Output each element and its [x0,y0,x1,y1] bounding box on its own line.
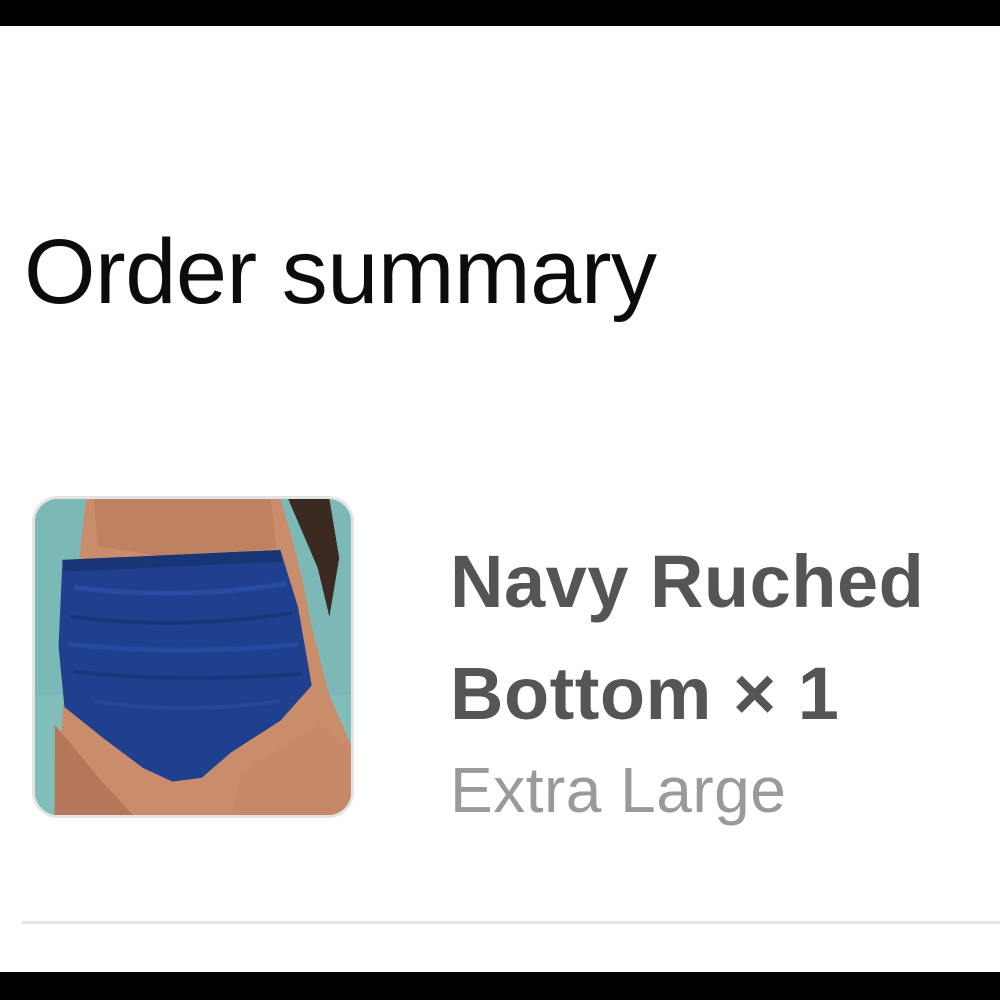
item-variant: Extra Large [450,753,787,826]
item-name-line1: Navy Ruched [450,540,925,623]
divider [22,921,1000,924]
line-item: Navy Ruched Bottom × 1 Extra Large [32,496,1000,826]
top-frame-bar [0,0,1000,26]
item-info: Navy Ruched Bottom × 1 Extra Large [450,526,1000,825]
order-summary-title: Order summary [24,221,657,323]
item-name-word: Bottom [450,652,712,736]
item-quantity: × 1 [733,652,840,736]
product-thumbnail [32,496,354,818]
bottom-frame-bar [0,972,1000,1000]
order-summary-screen: Order summary Navy Ruched Bottom × 1 Ext… [0,26,1000,972]
item-name: Navy Ruched Bottom × 1 [450,526,1000,751]
item-name-line2: Bottom × 1 [450,638,1000,750]
product-image [35,499,351,815]
